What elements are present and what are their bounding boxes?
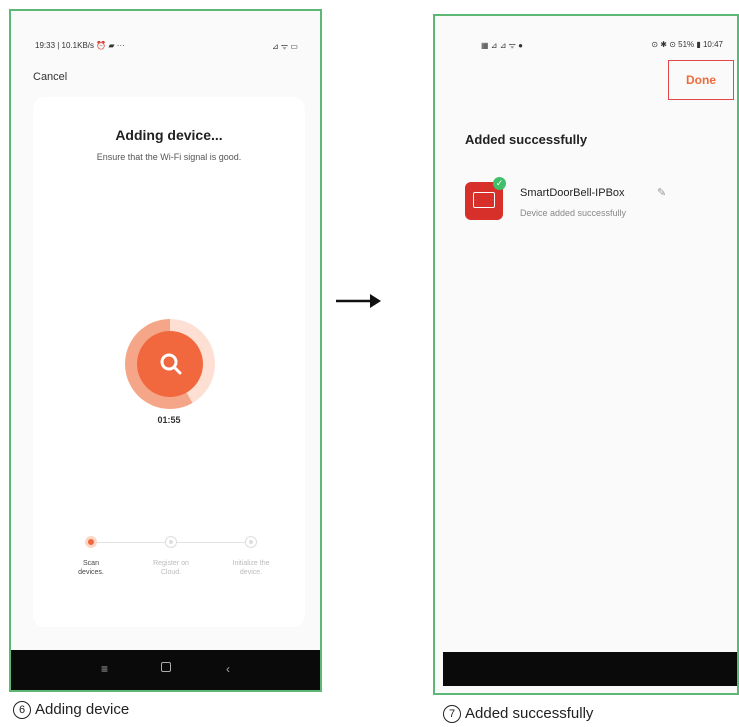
step-register-indicator xyxy=(165,536,177,548)
home-icon[interactable] xyxy=(161,662,171,672)
adding-device-card: Adding device... Ensure that the Wi-Fi s… xyxy=(33,97,305,627)
search-icon xyxy=(160,353,182,375)
device-screen-glyph xyxy=(473,192,495,208)
phone-screen-added-successfully: ▦ ⊿ ⊿ ᯤ ● ⊙ ✱ ⊙ 51% ▮ 10:47 Done Added s… xyxy=(433,14,739,695)
step-label-line: device. xyxy=(239,569,263,576)
step-label-line: Cloud. xyxy=(160,569,182,576)
step-label-line: Initialize the xyxy=(232,560,270,567)
edit-icon[interactable]: ✎ xyxy=(657,186,666,199)
step-label-line: Register on xyxy=(153,560,189,567)
back-icon[interactable]: ‹ xyxy=(226,662,230,676)
cancel-button[interactable]: Cancel xyxy=(33,71,67,83)
step-scan-label: Scan devices. xyxy=(61,559,121,577)
phone-screen-adding-device: 19:33 | 10.1KB/s ⏰ ▰ ··· ⊿ ᯤ ▭ Cancel Ad… xyxy=(9,9,322,692)
device-name[interactable]: SmartDoorBell-IPBox xyxy=(520,187,625,199)
adding-device-title: Adding device... xyxy=(115,127,223,143)
step-initialize-indicator xyxy=(245,536,257,548)
status-bar-right: ⊙ ✱ ⊙ 51% ▮ 10:47 xyxy=(651,40,723,49)
step-initialize-label: Initialize the device. xyxy=(221,559,281,577)
menu-icon[interactable]: ≡ xyxy=(101,662,108,676)
status-bar-right: ⊿ ᯤ ▭ xyxy=(271,42,298,51)
android-nav-bar xyxy=(443,652,737,686)
step-label-line: Scan xyxy=(83,560,99,567)
step-number-badge: 7 xyxy=(443,705,461,723)
arrow-right-icon xyxy=(336,294,381,308)
scan-progress-ring xyxy=(125,319,215,409)
done-button[interactable]: Done xyxy=(669,73,733,87)
status-bar-left: 19:33 | 10.1KB/s ⏰ ▰ ··· xyxy=(35,41,125,50)
caption-text: Added successfully xyxy=(465,705,594,722)
countdown-timer: 01:55 xyxy=(157,415,181,425)
caption-step-7: 7 Added successfully xyxy=(443,705,593,723)
status-bar-left: ▦ ⊿ ⊿ ᯤ ● xyxy=(481,41,523,50)
scan-button xyxy=(137,331,203,397)
android-nav-bar: ≡ ‹ xyxy=(11,650,320,690)
step-scan-indicator xyxy=(85,536,97,548)
step-register-label: Register on Cloud. xyxy=(141,559,201,577)
device-status: Device added successfully xyxy=(520,208,627,218)
added-successfully-title: Added successfully xyxy=(465,132,588,147)
step-label-line: devices. xyxy=(78,569,104,576)
done-highlight-box: Done xyxy=(668,60,734,100)
caption-text: Adding device xyxy=(35,701,130,718)
caption-step-6: 6 Adding device xyxy=(13,701,129,719)
wifi-hint: Ensure that the Wi-Fi signal is good. xyxy=(96,152,242,162)
doorbell-device-icon: ✓ xyxy=(465,177,506,220)
step-number-badge: 6 xyxy=(13,701,31,719)
check-icon: ✓ xyxy=(493,177,506,190)
